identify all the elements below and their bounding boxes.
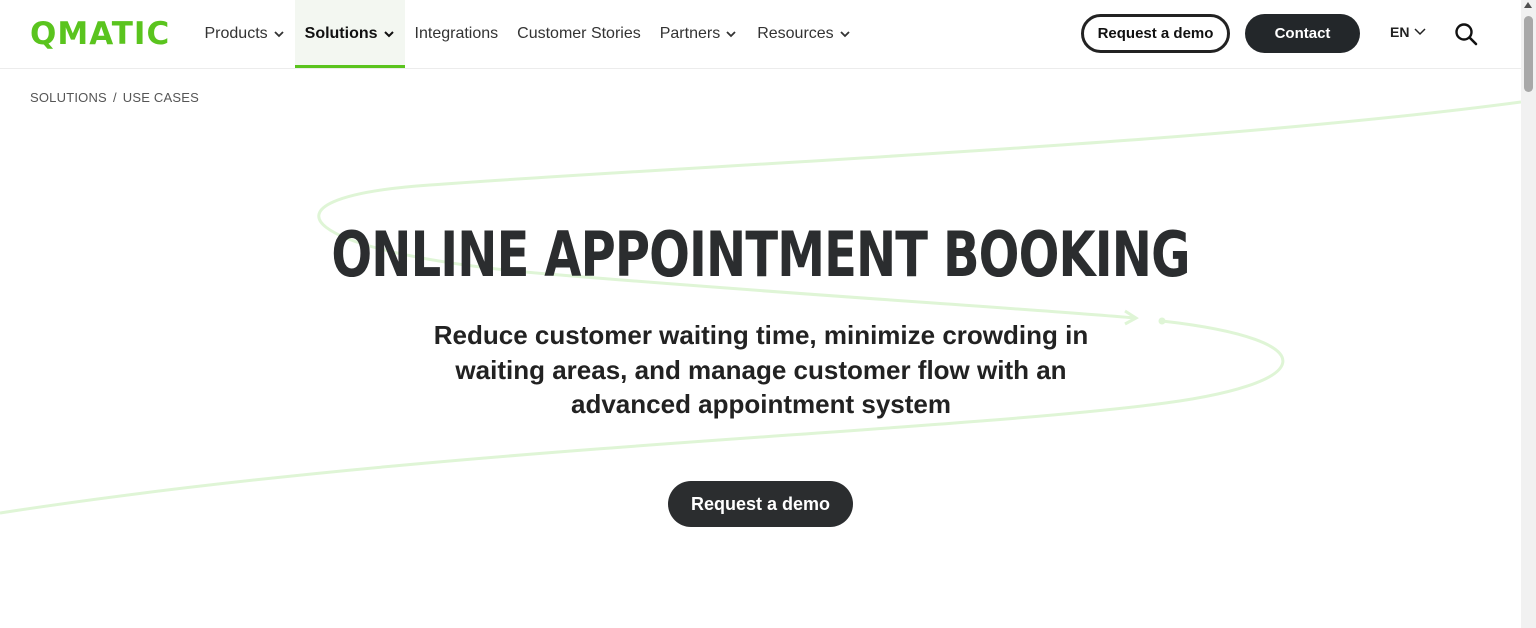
nav-item-solutions[interactable]: Solutions xyxy=(295,0,406,68)
qmatic-logo[interactable]: QMATIC xyxy=(30,14,170,54)
nav-item-partners[interactable]: Partners xyxy=(650,0,747,68)
request-demo-button-header[interactable]: Request a demo xyxy=(1081,14,1230,53)
site-header: QMATIC Products Solutions Integrations C… xyxy=(0,0,1521,69)
scroll-up-arrow-icon[interactable] xyxy=(1524,2,1532,8)
nav-item-label: Resources xyxy=(757,25,834,42)
page-title: ONLINE APPOINTMENT BOOKING xyxy=(331,218,1190,291)
contact-button[interactable]: Contact xyxy=(1245,14,1360,53)
nav-item-label: Partners xyxy=(659,25,721,42)
nav-item-products[interactable]: Products xyxy=(195,0,295,68)
decorative-swoosh-line xyxy=(0,100,1521,515)
search-icon[interactable] xyxy=(1454,22,1478,46)
breadcrumb-separator: / xyxy=(112,90,117,105)
nav-item-integrations[interactable]: Integrations xyxy=(405,0,508,68)
nav-item-resources[interactable]: Resources xyxy=(748,0,861,68)
nav-item-label: Customer Stories xyxy=(517,25,641,42)
chevron-down-icon xyxy=(726,31,736,38)
hero-subtitle: Reduce customer waiting time, minimize c… xyxy=(433,320,1089,419)
chevron-down-icon xyxy=(840,31,850,38)
breadcrumb-item-use-cases[interactable]: USE CASES xyxy=(123,90,199,105)
language-label: EN xyxy=(1390,24,1410,40)
nav-item-label: Products xyxy=(204,25,268,42)
language-selector[interactable]: EN xyxy=(1390,24,1427,40)
chevron-down-icon xyxy=(1414,28,1426,36)
request-demo-button-hero[interactable]: Request a demo xyxy=(668,481,853,527)
nav-item-label: Solutions xyxy=(304,25,378,42)
chevron-down-icon xyxy=(383,31,394,38)
nav-item-customer-stories[interactable]: Customer Stories xyxy=(508,0,651,68)
scrollbar-thumb[interactable] xyxy=(1524,16,1533,92)
breadcrumb-item-solutions[interactable]: SOLUTIONS xyxy=(30,90,107,105)
breadcrumb: SOLUTIONS / USE CASES xyxy=(30,90,199,105)
main-nav: Products Solutions Integrations Customer… xyxy=(195,0,861,68)
chevron-down-icon xyxy=(274,31,284,38)
page-scrollbar[interactable] xyxy=(1521,0,1536,628)
nav-item-label: Integrations xyxy=(414,25,499,42)
